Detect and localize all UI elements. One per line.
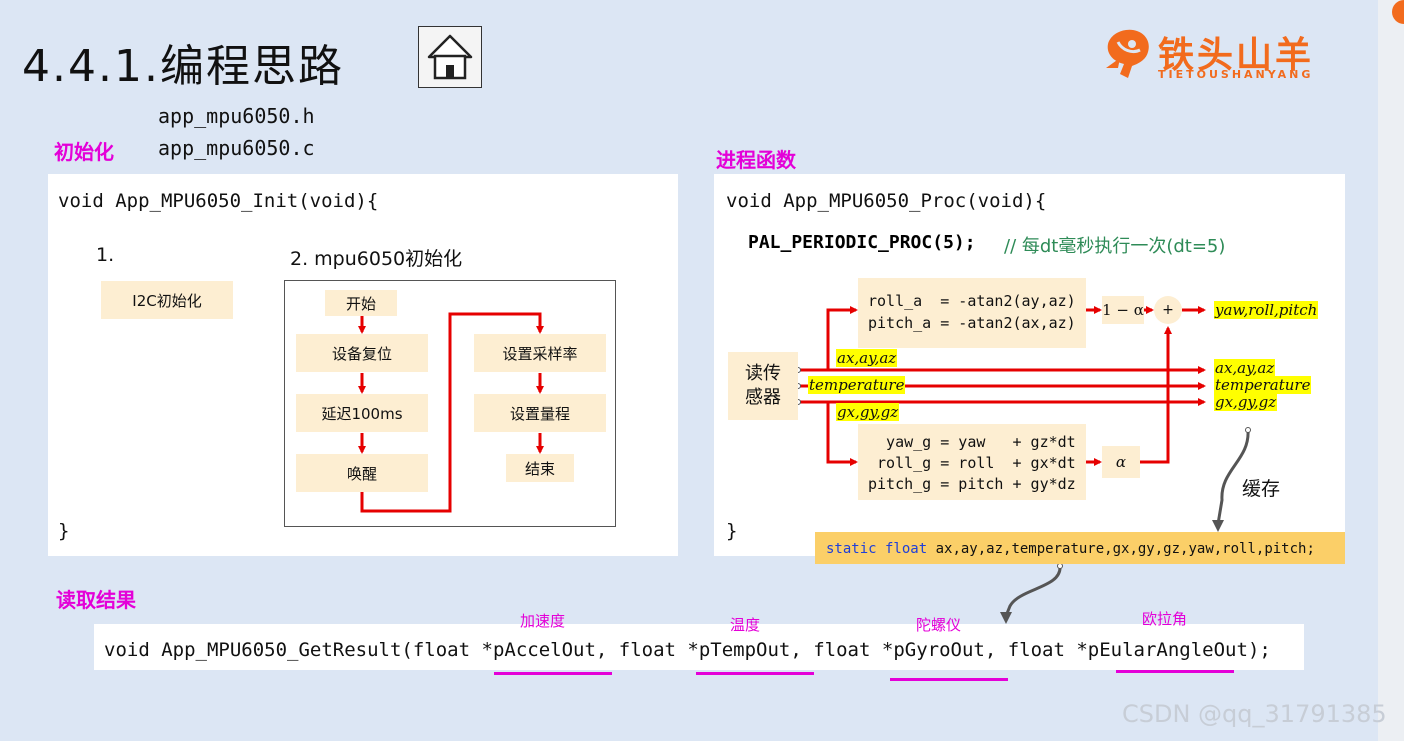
static-vars: ax,ay,az,temperature,gx,gy,gz,yaw,roll,p… [935,541,1315,557]
cache-label: 缓存 [1242,478,1281,500]
accel-annotation: 加速度 [520,612,566,630]
scrollbar-track[interactable] [1378,0,1404,741]
result-signature: void App_MPU6050_GetResult(float *pAccel… [104,639,1271,661]
one-minus-alpha-node: 1 − α [1102,296,1144,324]
gyro-angle-formula: yaw_g = yaw + gz*dt roll_g = roll + gx*d… [858,424,1086,500]
sum-node: + [1154,296,1182,324]
param-euler: *pEularAngleOut [1076,639,1248,661]
signal-gyro-label: gx,gy,gz [836,403,900,421]
param-accel: *pAccelOut [481,639,596,661]
param-temp: *pTempOut [687,639,791,661]
gyro-annotation: 陀螺仪 [916,616,962,634]
result-suffix: ); [1247,639,1271,661]
watermark: CSDN @qq_31791385 [1122,700,1387,728]
result-sep2: , float [790,639,882,661]
temp-underline [696,672,814,675]
accel-underline [494,672,612,675]
signal-accel-label: ax,ay,az [836,349,898,367]
static-declaration: static float ax,ay,az,temperature,gx,gy,… [826,541,1315,557]
result-prefix: void App_MPU6050_GetResult(float [104,639,482,661]
signal-temp-label: temperature [808,376,906,394]
gyro-underline [890,678,1008,681]
read-sensor-node: 读传 感器 [728,352,798,420]
param-gyro: *pGyroOut [881,639,985,661]
output-angles-label: yaw,roll,pitch [1214,301,1319,319]
out-temp-label: temperature [1214,376,1312,394]
euler-underline [1116,670,1234,673]
accel-angle-formula: roll_a = -atan2(ay,az) pitch_a = -atan2(… [858,278,1086,348]
out-accel-label: ax,ay,az [1214,359,1276,377]
result-sep3: , float [984,639,1077,661]
result-sep1: , float [595,639,688,661]
alpha-node: α [1102,446,1140,478]
temp-annotation: 温度 [730,616,761,634]
euler-annotation: 欧拉角 [1142,610,1188,628]
static-keywords: static float [826,541,928,557]
out-gyro-label: gx,gy,gz [1214,393,1278,411]
